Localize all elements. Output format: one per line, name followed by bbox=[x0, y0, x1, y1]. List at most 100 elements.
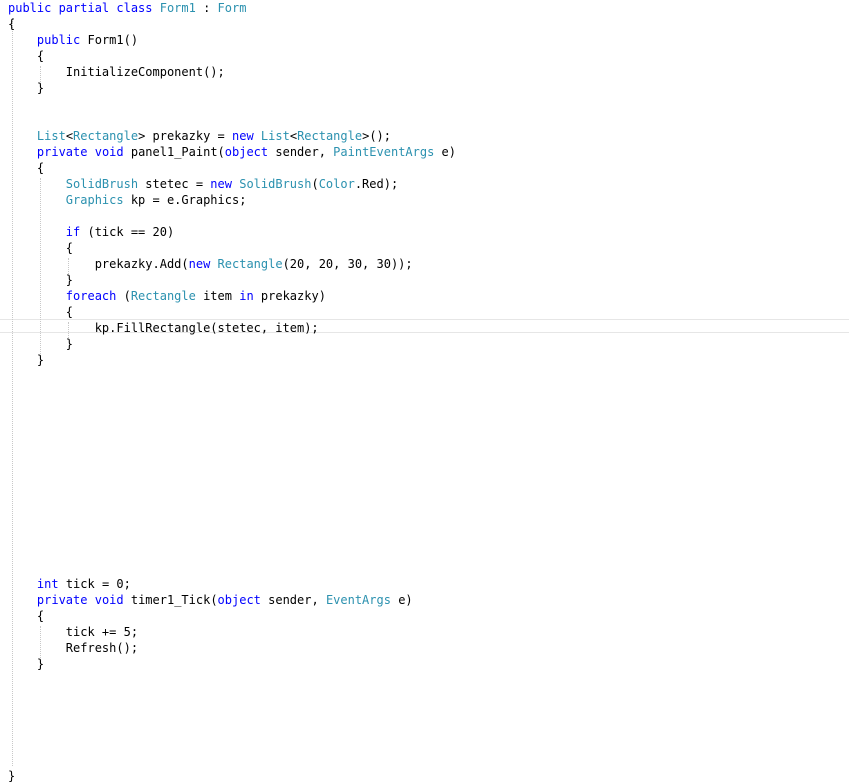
code-editor[interactable]: public partial class Form1 : Form{ publi… bbox=[0, 0, 849, 783]
code-text: } bbox=[8, 769, 16, 783]
code-keyword: if bbox=[65, 225, 81, 239]
code-text: < bbox=[289, 129, 298, 143]
code-text: timer1_Tick( bbox=[123, 593, 218, 607]
code-text: ( bbox=[311, 177, 319, 191]
code-keyword: public partial class bbox=[8, 1, 160, 15]
code-line: } bbox=[8, 336, 73, 352]
code-keyword: in bbox=[239, 289, 254, 303]
code-text: { bbox=[8, 17, 16, 31]
code-line: public Form1() bbox=[8, 32, 138, 48]
code-text: } bbox=[8, 337, 74, 351]
code-text: prekazky) bbox=[253, 289, 326, 303]
code-text: } bbox=[8, 81, 45, 95]
code-text: (20, 20, 30, 30)); bbox=[282, 257, 413, 271]
code-line: { bbox=[8, 160, 44, 176]
code-line: } bbox=[8, 272, 73, 288]
code-text: } bbox=[8, 657, 45, 671]
code-line: { bbox=[8, 48, 44, 64]
code-type-name: List bbox=[260, 129, 290, 143]
code-type-name: Form1 bbox=[159, 1, 196, 15]
code-line: { bbox=[8, 608, 44, 624]
code-line: tick += 5; bbox=[8, 624, 138, 640]
code-line: private void panel1_Paint(object sender,… bbox=[8, 144, 456, 160]
code-keyword: object bbox=[224, 145, 269, 159]
code-line: kp.FillRectangle(stetec, item); bbox=[8, 320, 319, 336]
code-keyword: new bbox=[210, 177, 232, 191]
code-text: prekazky.Add( bbox=[8, 257, 189, 271]
code-line: public partial class Form1 : Form bbox=[8, 0, 246, 16]
code-keyword: void bbox=[94, 145, 124, 159]
code-keyword: void bbox=[94, 593, 124, 607]
code-line: } bbox=[8, 768, 15, 784]
code-text: item bbox=[195, 289, 240, 303]
code-text: e) bbox=[434, 145, 457, 159]
code-line: int tick = 0; bbox=[8, 576, 131, 592]
code-type-name: SolidBrush bbox=[239, 177, 312, 191]
code-line: } bbox=[8, 352, 44, 368]
code-text: { bbox=[8, 305, 74, 319]
code-line: { bbox=[8, 16, 15, 32]
code-line: } bbox=[8, 656, 44, 672]
code-line: SolidBrush stetec = new SolidBrush(Color… bbox=[8, 176, 398, 192]
code-line: Refresh(); bbox=[8, 640, 138, 656]
code-text: >(); bbox=[362, 129, 391, 143]
code-text: InitializeComponent(); bbox=[8, 65, 225, 79]
code-line: private void timer1_Tick(object sender, … bbox=[8, 592, 413, 608]
code-type-name: Form bbox=[217, 1, 247, 15]
code-type-name: EventArgs bbox=[325, 593, 391, 607]
code-keyword: int bbox=[36, 577, 59, 591]
code-text: kp = e.Graphics; bbox=[123, 193, 247, 207]
code-text: (tick == 20) bbox=[80, 225, 175, 239]
code-line: Graphics kp = e.Graphics; bbox=[8, 192, 247, 208]
code-type-name: Rectangle bbox=[297, 129, 363, 143]
code-text: panel1_Paint( bbox=[123, 145, 225, 159]
code-keyword: new bbox=[188, 257, 211, 271]
code-keyword: private bbox=[36, 145, 88, 159]
code-line: prekazky.Add(new Rectangle(20, 20, 30, 3… bbox=[8, 256, 413, 272]
code-text: } bbox=[8, 273, 74, 287]
code-type-name: SolidBrush bbox=[65, 177, 139, 191]
code-text: stetec = bbox=[138, 177, 211, 191]
code-type-name: PaintEventArgs bbox=[333, 145, 435, 159]
code-line: List<Rectangle> prekazky = new List<Rect… bbox=[8, 128, 391, 144]
code-text: } bbox=[8, 353, 45, 367]
code-text: { bbox=[8, 241, 74, 255]
code-line: { bbox=[8, 304, 73, 320]
code-text: Form1() bbox=[80, 33, 139, 47]
code-type-name: List bbox=[36, 129, 66, 143]
code-text: sender, bbox=[268, 145, 334, 159]
code-text: tick = 0; bbox=[58, 577, 131, 591]
code-text: > prekazky = bbox=[138, 129, 232, 143]
code-line: } bbox=[8, 80, 44, 96]
code-text: ( bbox=[116, 289, 131, 303]
code-text: < bbox=[65, 129, 74, 143]
code-type-name: Graphics bbox=[65, 193, 124, 207]
code-text: tick += 5; bbox=[8, 625, 139, 639]
code-text: : bbox=[195, 1, 218, 15]
code-type-name: Rectangle bbox=[217, 257, 283, 271]
code-text: kp.FillRectangle(stetec, item); bbox=[8, 321, 319, 335]
code-text: { bbox=[8, 161, 45, 175]
code-line: if (tick == 20) bbox=[8, 224, 174, 240]
code-text: { bbox=[8, 49, 45, 63]
code-text: .Red); bbox=[354, 177, 399, 191]
code-line: InitializeComponent(); bbox=[8, 64, 225, 80]
code-text: Refresh(); bbox=[8, 641, 139, 655]
code-type-name: Rectangle bbox=[130, 289, 196, 303]
code-keyword: public bbox=[36, 33, 81, 47]
code-text: sender, bbox=[260, 593, 326, 607]
code-text: { bbox=[8, 609, 45, 623]
